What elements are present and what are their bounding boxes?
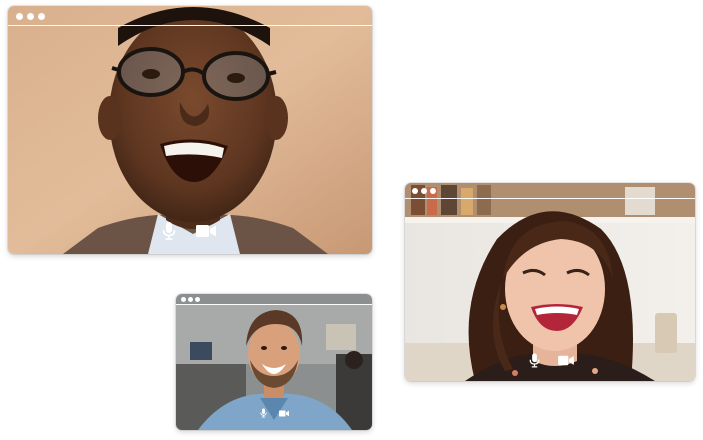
window-control-dot-icon[interactable] bbox=[430, 188, 436, 194]
window-control-dot-icon[interactable] bbox=[27, 12, 34, 20]
call-controls bbox=[529, 353, 574, 368]
video-camera-icon[interactable] bbox=[196, 224, 216, 238]
window-titlebar bbox=[176, 294, 372, 305]
window-control-dot-icon[interactable] bbox=[16, 12, 23, 20]
microphone-icon[interactable] bbox=[162, 222, 176, 240]
video-camera-icon[interactable] bbox=[558, 355, 574, 366]
call-controls bbox=[260, 408, 289, 418]
microphone-icon[interactable] bbox=[529, 353, 540, 368]
window-titlebar bbox=[405, 183, 695, 199]
participant-2-video-feed bbox=[405, 183, 695, 381]
video-camera-icon[interactable] bbox=[279, 410, 289, 417]
window-control-dot-icon[interactable] bbox=[421, 188, 427, 194]
window-control-dot-icon[interactable] bbox=[188, 297, 193, 302]
window-control-dot-icon[interactable] bbox=[181, 297, 186, 302]
microphone-icon[interactable] bbox=[260, 408, 267, 418]
participant-1-video-feed bbox=[8, 6, 372, 254]
video-tile-participant-3[interactable] bbox=[176, 294, 372, 430]
window-control-dot-icon[interactable] bbox=[195, 297, 200, 302]
call-controls bbox=[162, 222, 216, 240]
window-control-dot-icon[interactable] bbox=[38, 12, 45, 20]
window-titlebar bbox=[8, 6, 372, 26]
window-control-dot-icon[interactable] bbox=[412, 188, 418, 194]
video-tile-participant-1[interactable] bbox=[8, 6, 372, 254]
video-tile-participant-2[interactable] bbox=[405, 183, 695, 381]
